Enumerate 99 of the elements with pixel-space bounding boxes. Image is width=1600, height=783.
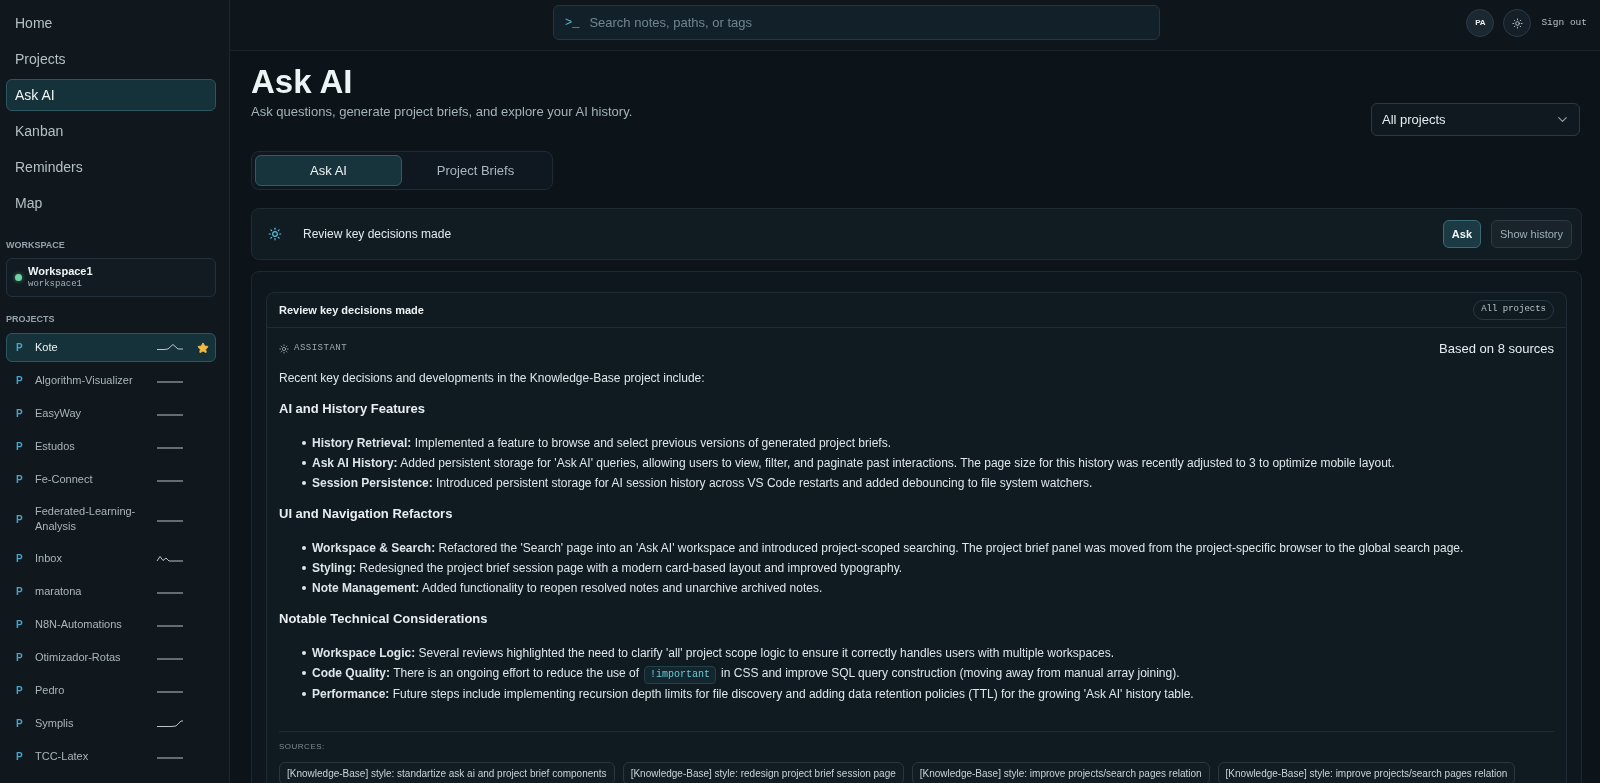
list-item-text: Workspace Logic: Several reviews highlighted the need to clarify 'all' project scope logic to ensure it correctly handles users with multiple workspaces. (312, 645, 1115, 662)
project-name: Fe-Connect (35, 472, 94, 487)
list-item-text: Styling: Redesigned the project brief session page with a modern card-based layout and improved typography. (312, 560, 903, 577)
question-field[interactable]: Review key decisions made (303, 225, 1443, 243)
project-letter: P (16, 717, 23, 731)
sign-out-button[interactable]: Sign out (1541, 15, 1587, 31)
project-letter: P (16, 440, 23, 454)
project-name: Pedro (35, 683, 66, 698)
tab[interactable]: Ask AI (255, 155, 402, 186)
project-letter: P (16, 552, 23, 566)
search-field[interactable]: >_ Search notes, paths, or tags (553, 5, 1160, 40)
tab[interactable]: Project Briefs (402, 155, 549, 186)
workspace-name: Workspace1 (28, 265, 93, 279)
project-letter: P (16, 684, 23, 698)
bullet-icon (302, 461, 306, 465)
nav-item[interactable]: Reminders (6, 151, 216, 183)
answer-title: Review key decisions made (279, 302, 424, 318)
source-link[interactable]: [Knowledge-Base] style: redesign project brief session page (622, 762, 904, 783)
page-subtitle: Ask questions, generate project briefs, and explore your AI history. (251, 103, 633, 121)
project-letter: P (16, 618, 23, 632)
role-label: ASSISTANT (294, 342, 348, 356)
list-item-text: Note Management: Added functionality to reopen resolved notes and unarchive archived notes. (312, 580, 823, 597)
search-input[interactable]: Search notes, paths, or tags (589, 12, 1159, 33)
history-button[interactable]: Show history (1491, 220, 1572, 248)
project-name: maratona (35, 584, 83, 599)
list-item-text: History Retrieval: Implemented a feature to browse and select previous versions of generated project briefs. (312, 435, 891, 452)
answer-intro: Recent key decisions and developments in the Knowledge-Base project include: (279, 370, 706, 387)
page-title: Ask AI (251, 65, 354, 98)
section-title: Notable Technical Considerations (279, 610, 489, 628)
prompt-symbol: >_ (565, 14, 580, 32)
project-name: Algorithm-Visualizer (35, 373, 134, 388)
project-letter: P (16, 473, 23, 487)
bullet-icon (302, 566, 306, 570)
project-item[interactable]: P Pedro (6, 676, 216, 705)
project-name: EasyWay (35, 406, 83, 421)
workspace-card[interactable]: Workspace1 workspace1 (6, 258, 216, 297)
bullet-icon (302, 546, 306, 550)
bullet-icon (302, 651, 306, 655)
project-item[interactable]: P Federated-Learning-Analysis (6, 498, 216, 540)
project-item[interactable]: P Inbox (6, 544, 216, 573)
project-item[interactable]: P Kote (6, 333, 216, 362)
project-name: Kote (35, 340, 59, 355)
project-item[interactable]: P Algorithm-Visualizer (6, 366, 216, 395)
project-letter: P (16, 407, 23, 421)
ask-bar[interactable]: Review key decisions made Ask Show history (251, 208, 1582, 260)
section-heading: PROJECTS (6, 313, 56, 325)
project-item[interactable]: P Estudos (6, 432, 216, 461)
sun-icon (1511, 17, 1523, 29)
sun-icon (279, 344, 289, 354)
list-item-text: Workspace & Search: Refactored the 'Search' page into an 'Ask AI' workspace and introduced project-scoped searching. The project brief panel was moved from the project-specific browser to the global search page. (312, 540, 1464, 557)
list-item-text: Session Persistence: Introduced persistent storage for AI session history across VS Code restarts and added debouncing to file system watchers. (312, 475, 1093, 492)
theme-toggle-button[interactable] (1503, 9, 1532, 37)
bullet-icon (302, 692, 306, 696)
project-item[interactable]: P Symplis (6, 709, 216, 738)
project-letter: P (16, 651, 23, 665)
project-letter: P (16, 585, 23, 599)
project-name: Estudos (35, 439, 76, 454)
nav-item[interactable]: Ask AI (6, 79, 216, 111)
bullet-icon (302, 586, 306, 590)
project-letter: P (16, 512, 23, 527)
project-name: Federated-Learning-Analysis (35, 504, 137, 534)
project-item[interactable]: P EasyWay (6, 399, 216, 428)
sun-icon (268, 227, 282, 241)
source-count: Based on 8 sources (1439, 340, 1554, 359)
project-name: Inbox (35, 551, 63, 566)
nav-item[interactable]: Kanban (6, 115, 216, 147)
source-link[interactable]: [Knowledge-Base] style: standartize ask ai and project brief components (279, 762, 615, 783)
project-item[interactable]: P N8N-Automations (6, 610, 216, 639)
list-item-text: Performance: Future steps include implementing recursion depth limits for file discovery and adding data retention policies (TTL) for the growing 'Ask AI' history table. (312, 686, 1194, 703)
scope-select[interactable]: All projects (1371, 103, 1580, 136)
section-title: UI and Navigation Refactors (279, 505, 454, 523)
section-title: AI and History Features (279, 400, 426, 418)
project-name: N8N-Automations (35, 617, 123, 632)
nav-item[interactable]: Home (6, 7, 216, 39)
project-letter: P (16, 374, 23, 388)
project-name: Otimizador-Rotas (35, 650, 122, 665)
project-item[interactable]: P Otimizador-Rotas (6, 643, 216, 672)
project-letter: P (16, 750, 23, 764)
star-icon[interactable] (197, 341, 209, 354)
project-name: Symplis (35, 716, 75, 731)
project-letter: P (16, 341, 23, 355)
nav-item[interactable]: Map (6, 187, 216, 219)
ask-button[interactable]: Ask (1442, 220, 1481, 248)
sources-label: SOURCES: (279, 742, 326, 752)
list-item-text: Code Quality: There is an ongoing effort to reduce the use of !important in CSS and improve SQL query construction (moving away from manual array joining). (312, 663, 1180, 684)
project-name: TCC-Latex (35, 749, 90, 764)
workspace-slug: workspace1 (28, 278, 83, 290)
source-link[interactable]: [Knowledge-Base] style: improve projects/search pages relation (1217, 762, 1516, 783)
list-item-text: Ask AI History: Added persistent storage for 'Ask AI' queries, allowing users to view, filter, and paginate past interactions. The page size for this history was recently adjusted to 3 to optimize mobile layout. (312, 455, 1395, 472)
source-link[interactable]: [Knowledge-Base] style: improve projects/search pages relation (911, 762, 1210, 783)
project-item[interactable]: P maratona (6, 577, 216, 606)
bullet-icon (302, 481, 306, 485)
project-item[interactable]: P TCC-Latex (6, 742, 216, 771)
bullet-icon (302, 441, 306, 445)
bullet-icon (302, 671, 306, 675)
project-item[interactable]: P Fe-Connect (6, 465, 216, 494)
avatar-button[interactable]: PA (1466, 9, 1495, 37)
section-heading: WORKSPACE (6, 239, 66, 251)
nav-item[interactable]: Projects (6, 43, 216, 75)
